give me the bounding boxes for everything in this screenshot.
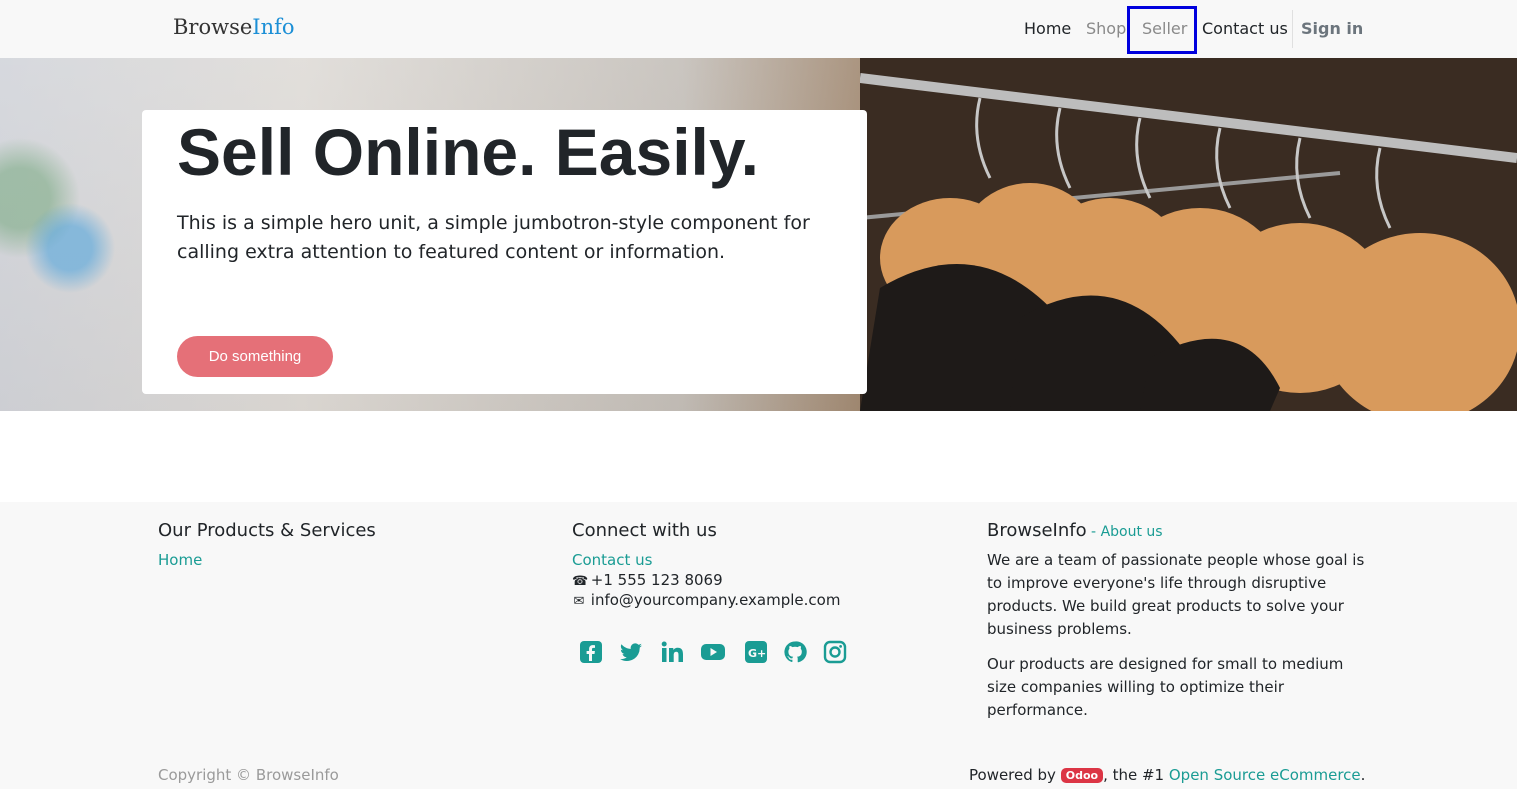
brand-text-browse: Browse [173,15,253,39]
nav-divider [1292,10,1293,48]
footer-connect-column: Connect with us Contact us ☎ +1 555 123 … [572,520,840,609]
footer-about-heading: BrowseInfo - About us [987,520,1377,541]
nav-sign-in[interactable]: Sign in [1301,19,1363,38]
linkedin-icon[interactable] [659,640,685,666]
footer-phone-number: +1 555 123 8069 [590,571,723,589]
footer-company-name: BrowseInfo [987,520,1087,541]
powered-by-suffix: . [1360,766,1366,784]
open-source-ecommerce-link[interactable]: Open Source eCommerce [1169,766,1361,784]
site-header: BrowseInfo Home Shop Seller Contact us S… [0,0,1517,58]
nav-shop[interactable]: Shop [1086,19,1126,38]
odoo-badge[interactable]: Odoo [1060,768,1104,783]
powered-by-prefix: Powered by [969,766,1061,784]
google-plus-icon[interactable]: G+ [743,640,769,666]
clothes-rack-image [859,58,1517,411]
youtube-icon[interactable] [700,640,726,666]
do-something-button[interactable]: Do something [177,336,333,377]
footer-about-us-link[interactable]: About us [1101,524,1163,540]
footer-email: ✉ info@yourcompany.example.com [572,591,841,609]
svg-text:G+: G+ [748,647,766,660]
site-footer: Our Products & Services Home Connect wit… [0,502,1517,789]
footer-products-column: Our Products & Services Home [158,520,376,569]
brand-text-info: Info [252,15,295,39]
github-icon[interactable] [782,640,808,666]
footer-phone: ☎ +1 555 123 8069 [572,571,840,589]
hero-description: This is a simple hero unit, a simple jum… [177,212,810,263]
footer-connect-heading: Connect with us [572,520,717,541]
footer-link-home[interactable]: Home [158,551,376,569]
hero-banner: Sell Online. Easily. This is a simple he… [0,58,1517,411]
footer-about-column: BrowseInfo - About us We are a team of p… [987,520,1377,722]
seller-highlight-box [1127,6,1197,54]
footer-link-contact-us[interactable]: Contact us [572,551,840,569]
footer-about-paragraph-2: Our products are designed for small to m… [987,655,1344,719]
footer-about-dash: - [1086,524,1101,540]
hero-card: Sell Online. Easily. This is a simple he… [142,110,867,394]
clothes-rack-illustration [859,58,1517,411]
footer-products-heading: Our Products & Services [158,520,376,541]
hero-title: Sell Online. Easily. [177,115,760,189]
powered-by: Powered by Odoo, the #1 Open Source eCom… [969,766,1365,784]
phone-icon: ☎ [572,574,589,589]
nav-contact-us[interactable]: Contact us [1202,19,1288,38]
instagram-icon[interactable] [822,640,848,666]
powered-by-middle: , the #1 [1103,766,1169,784]
brand-logo[interactable]: BrowseInfo [173,15,295,39]
envelope-icon: ✉ [573,594,585,609]
twitter-icon[interactable] [618,640,644,666]
footer-about-paragraph-1: We are a team of passionate people whose… [987,551,1365,638]
nav-home[interactable]: Home [1024,19,1071,38]
copyright-text: Copyright © BrowseInfo [158,766,339,784]
facebook-icon[interactable] [578,640,604,666]
footer-email-address: info@yourcompany.example.com [590,591,841,609]
